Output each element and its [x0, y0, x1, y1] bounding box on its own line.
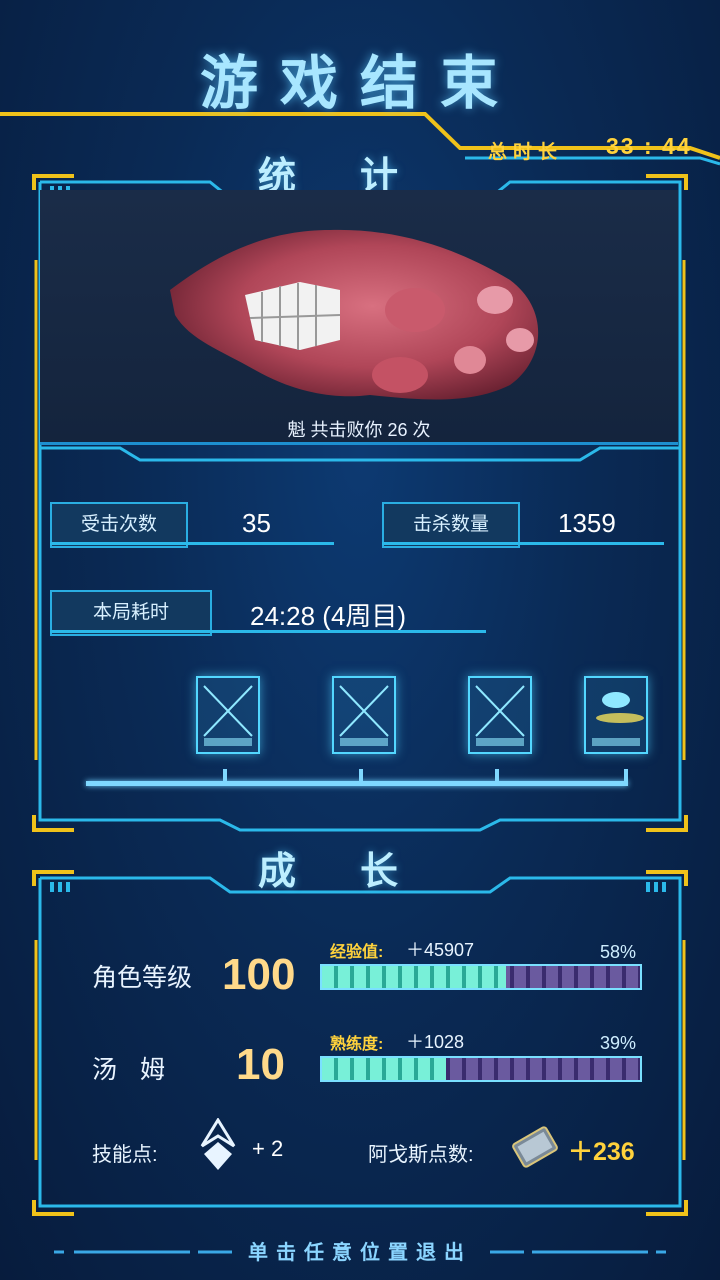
proficiency-progress-bar	[320, 1056, 642, 1082]
tom-level-value: 10	[236, 1040, 285, 1089]
argus-points-icon	[512, 1126, 558, 1168]
game-over-title: 游戏结束	[199, 51, 520, 116]
round-time-underline	[50, 630, 486, 633]
track-tick	[495, 769, 499, 783]
tom-label: 汤 姆	[92, 1056, 173, 1084]
round-time-value: 24:28 (4周目)	[250, 601, 407, 631]
growth-section-title: 成长	[257, 851, 462, 893]
char-level-label: 角色等级	[92, 964, 193, 992]
card-track	[86, 781, 628, 786]
track-tick	[359, 769, 363, 783]
argus-points-label: 阿戈斯点数:	[368, 1144, 474, 1166]
track-tick	[223, 769, 227, 783]
argus-points-value: ＋236	[568, 1138, 635, 1166]
boss-portrait-area	[40, 190, 678, 445]
proficiency-label: 熟练度:	[330, 1036, 384, 1053]
xp-label: 经验值:	[330, 944, 384, 961]
fish-card-icon[interactable]	[332, 676, 396, 754]
xp-progress-bar	[320, 964, 642, 990]
char-level-value: 100	[222, 950, 296, 999]
xp-value: ＋45907	[406, 940, 475, 960]
skill-point-icon	[200, 1118, 236, 1170]
proficiency-percent: 39%	[600, 1033, 637, 1053]
proficiency-value: ＋1028	[406, 1032, 465, 1052]
boss-portrait-icon	[170, 229, 539, 400]
xp-percent: 58%	[600, 942, 637, 962]
fish-card-icon[interactable]	[196, 676, 260, 754]
hits-taken-underline	[50, 542, 334, 545]
kills-underline	[382, 542, 664, 545]
bird-card-icon[interactable]	[468, 676, 532, 754]
kills-value: 1359	[558, 508, 616, 538]
track-tick	[624, 769, 628, 783]
skill-points-value: + 2	[252, 1136, 284, 1161]
skill-points-label: 技能点:	[92, 1144, 158, 1166]
weapon-card-icon[interactable]	[584, 676, 648, 754]
exit-hint[interactable]: 单击任意位置退出	[0, 1236, 720, 1265]
hits-taken-value: 35	[242, 508, 271, 538]
boss-defeat-caption: 魁 共击败你 26 次	[287, 420, 431, 440]
